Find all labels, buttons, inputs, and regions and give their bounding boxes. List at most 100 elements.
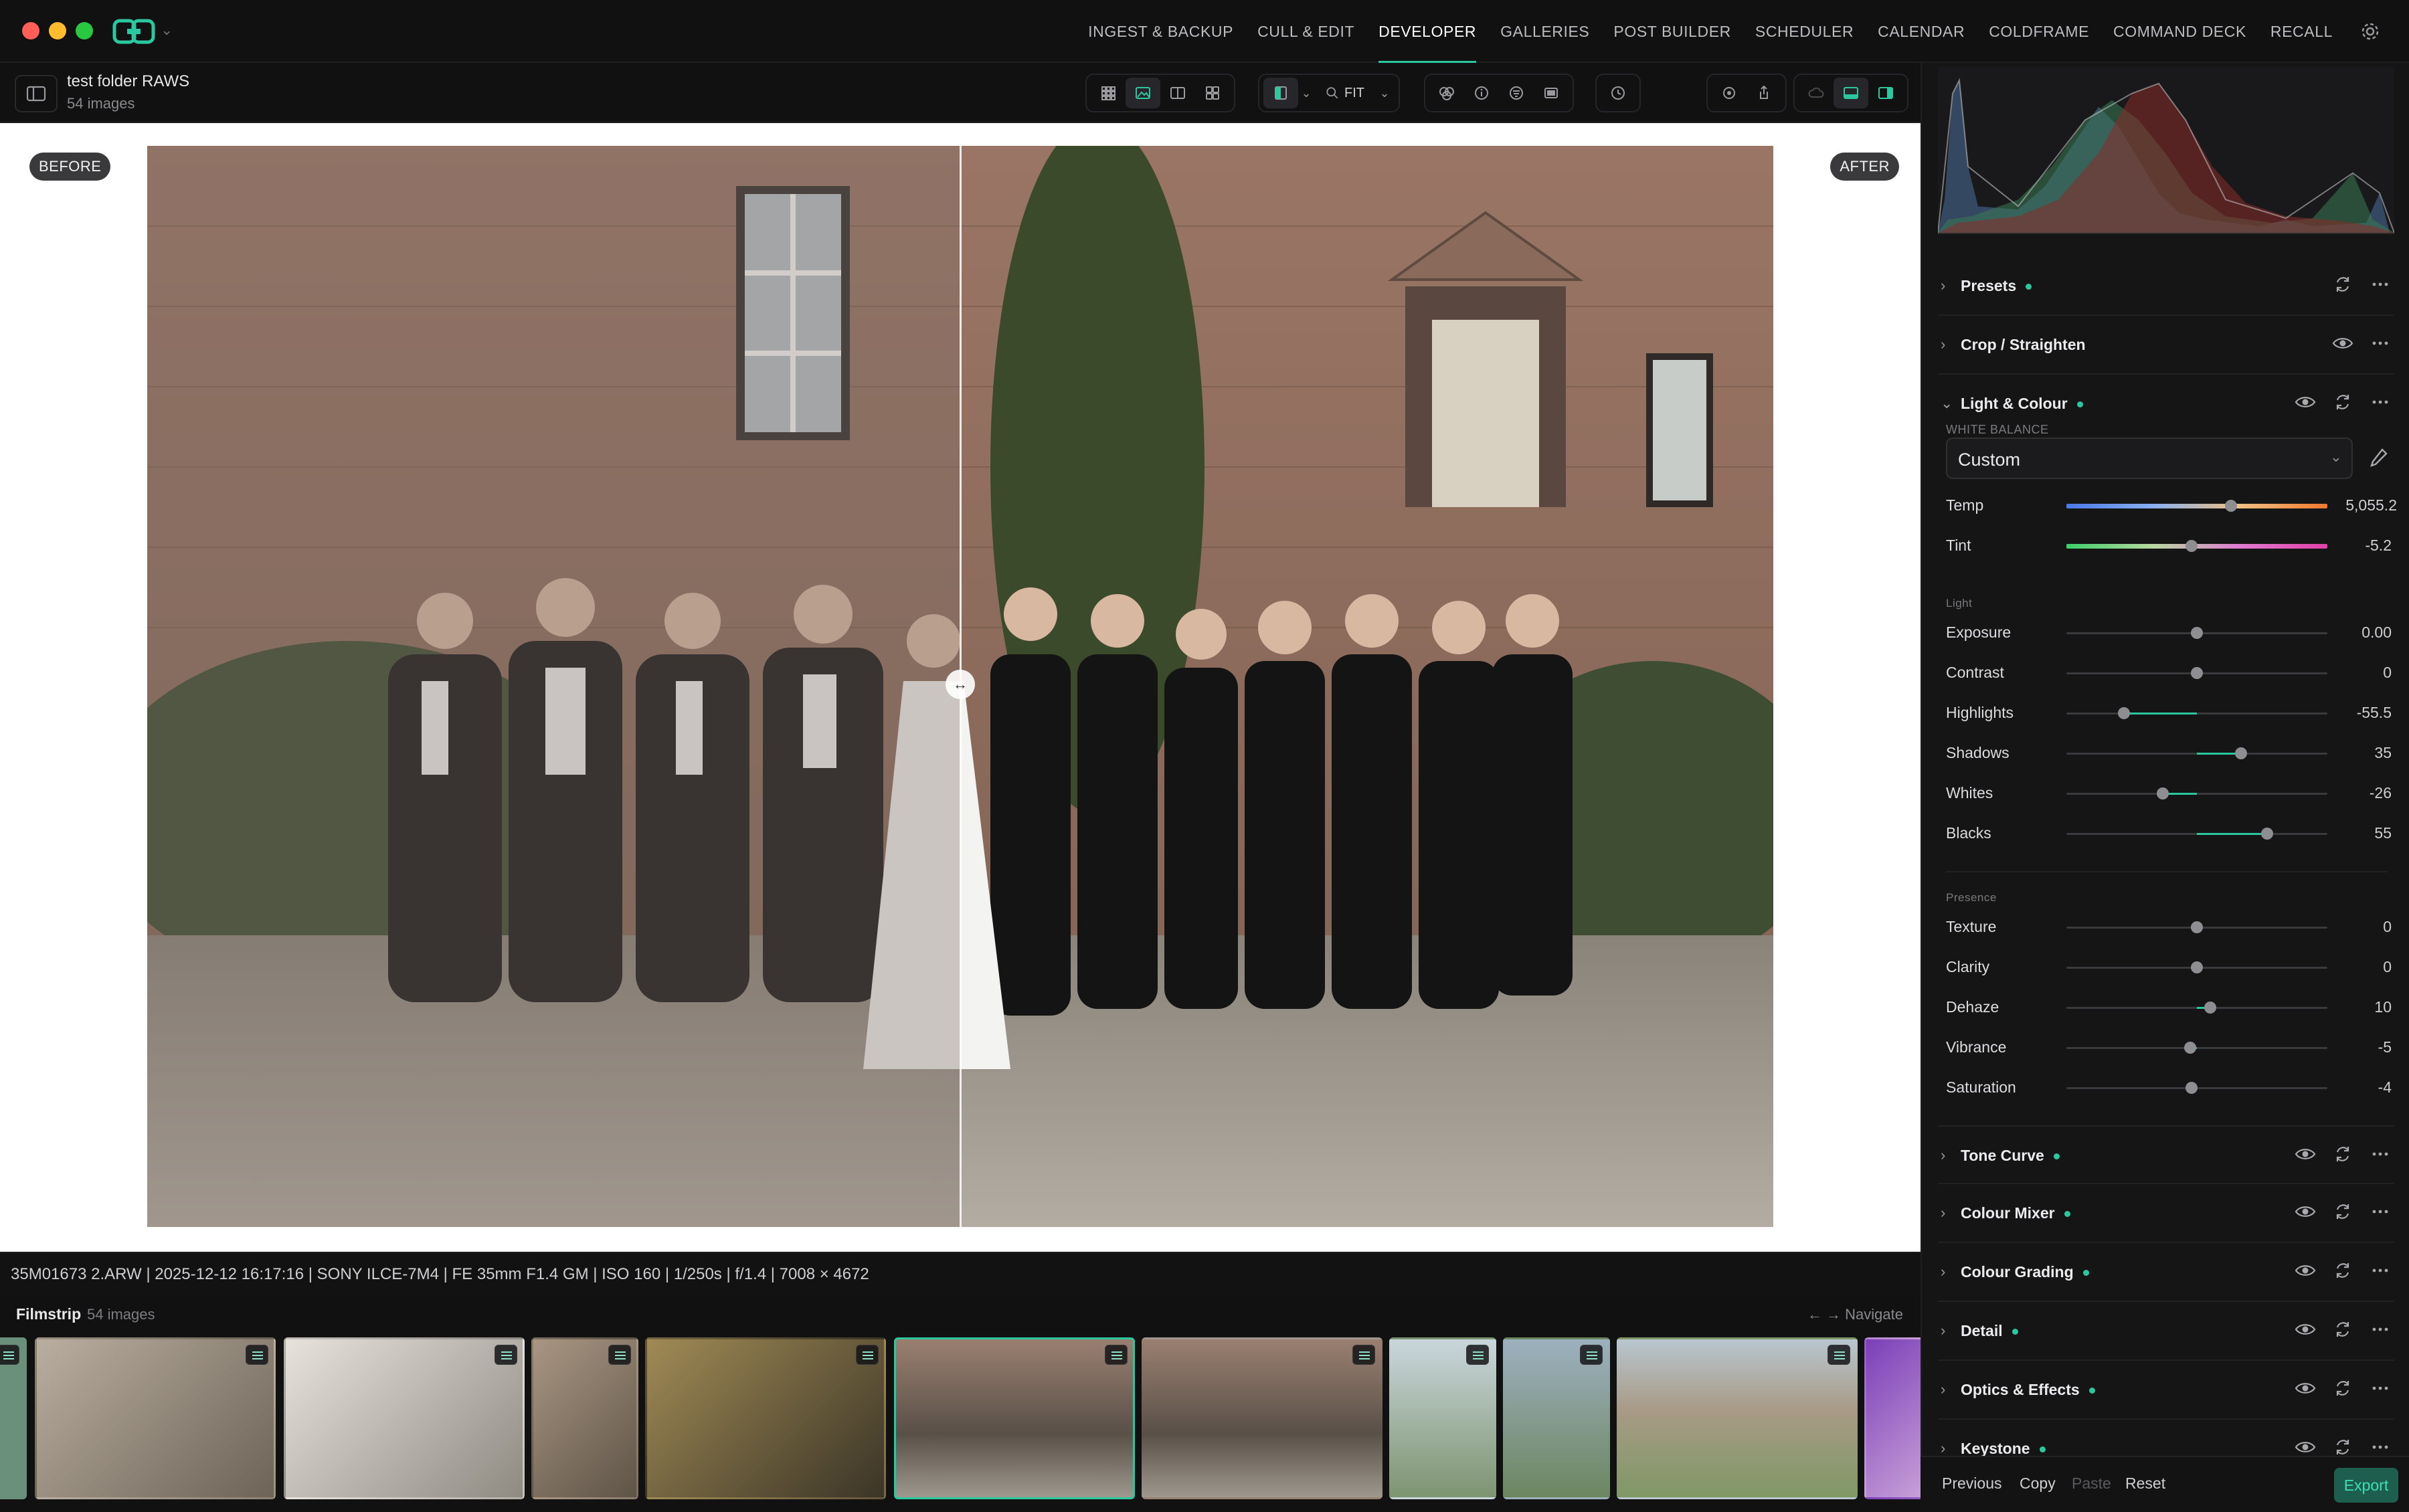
temp-knob[interactable] [2224,500,2237,512]
nav-developer[interactable]: DEVELOPER [1378,0,1477,63]
highlights-knob[interactable] [2117,707,2130,719]
export-button[interactable]: Export [2334,1468,2398,1503]
filmstrip-thumb[interactable] [1389,1337,1496,1499]
tint-slider[interactable]: Tint -5.2 [1938,533,2394,559]
grid-view-button[interactable] [1091,78,1126,108]
nav-post-builder[interactable]: POST BUILDER [1613,0,1731,63]
eye-icon[interactable] [2294,1259,2317,1282]
vibrance-knob[interactable] [2184,1042,2197,1054]
nav-ingest-backup[interactable]: INGEST & BACKUP [1088,0,1233,63]
eye-icon[interactable] [2294,391,2317,413]
dehaze-slider[interactable]: Dehaze 10 [1938,994,2394,1021]
paste-button[interactable]: Paste [2072,1475,2111,1493]
highlights-value[interactable]: -55.5 [2357,704,2392,722]
nav-galleries[interactable]: GALLERIES [1500,0,1589,63]
reset-button[interactable]: Reset [2125,1475,2165,1493]
previous-button[interactable]: Previous [1942,1475,2001,1493]
share-button[interactable] [1747,78,1781,108]
more-icon[interactable] [2369,1436,2392,1458]
dehaze-knob[interactable] [2204,1002,2216,1014]
reset-icon[interactable] [2331,1377,2354,1400]
white-balance-select[interactable]: Custom ⌄ [1946,438,2353,479]
eye-icon[interactable] [2294,1318,2317,1341]
filmstrip-thumb-selected[interactable] [894,1337,1135,1499]
texture-slider[interactable]: Texture 0 [1938,914,2394,941]
more-icon[interactable] [2369,1200,2392,1223]
reset-icon[interactable] [2331,1318,2354,1341]
compare-view-button[interactable] [1160,78,1195,108]
detail-section[interactable]: › Detail [1938,1302,2394,1361]
saturation-value[interactable]: -4 [2378,1078,2392,1097]
more-icon[interactable] [2369,391,2392,413]
reset-icon[interactable] [2331,391,2354,413]
copy-button[interactable]: Copy [2020,1475,2056,1493]
history-button[interactable] [1601,78,1635,108]
shadows-knob[interactable] [2235,747,2248,759]
filmstrip-thumb[interactable] [0,1337,27,1499]
whites-slider[interactable]: Whites -26 [1938,780,2394,807]
more-icon[interactable] [2369,1259,2392,1282]
colour-wheel-button[interactable] [1429,78,1464,108]
filter-button[interactable] [1499,78,1534,108]
exposure-value[interactable]: 0.00 [2361,624,2392,642]
highlights-slider[interactable]: Highlights -55.5 [1938,700,2394,727]
window-maximize-button[interactable] [76,22,93,39]
whites-knob[interactable] [2157,787,2169,799]
blacks-slider[interactable]: Blacks 55 [1938,820,2394,847]
saturation-knob[interactable] [2185,1082,2198,1094]
whites-value[interactable]: -26 [2370,784,2392,802]
nav-recall[interactable]: RECALL [2270,0,2333,63]
crop-section[interactable]: › Crop / Straighten [1938,316,2394,375]
before-after-button[interactable] [1263,78,1298,108]
filmstrip-thumb[interactable] [1503,1337,1610,1499]
tint-knob[interactable] [2185,540,2198,552]
filmstrip-thumb[interactable] [35,1337,276,1499]
eye-icon[interactable] [2294,1377,2317,1400]
blacks-value[interactable]: 55 [2374,824,2392,842]
zoom-fit-button[interactable]: FIT [1314,78,1374,108]
survey-view-button[interactable] [1195,78,1230,108]
contrast-value[interactable]: 0 [2383,664,2392,682]
temp-slider[interactable]: Temp 5,055.2 [1938,492,2397,519]
frame-button[interactable] [1534,78,1569,108]
more-icon[interactable] [2369,332,2392,355]
colour-mixer-section[interactable]: › Colour Mixer [1938,1184,2394,1243]
nav-coldframe[interactable]: COLDFRAME [1989,0,2089,63]
reset-icon[interactable] [2331,1436,2354,1458]
nav-cull-edit[interactable]: CULL & EDIT [1257,0,1354,63]
saturation-slider[interactable]: Saturation -4 [1938,1074,2394,1101]
gear-icon[interactable] [2359,21,2381,42]
blacks-knob[interactable] [2261,828,2274,840]
clarity-value[interactable]: 0 [2383,958,2392,976]
shadows-slider[interactable]: Shadows 35 [1938,740,2394,767]
presets-section[interactable]: › Presets [1938,257,2394,316]
vibrance-slider[interactable]: Vibrance -5 [1938,1034,2394,1061]
before-after-chevron-icon[interactable]: ⌄ [1298,78,1314,108]
exposure-slider[interactable]: Exposure 0.00 [1938,620,2394,646]
eye-icon[interactable] [2331,332,2354,355]
eye-icon[interactable] [2294,1143,2317,1165]
temp-value[interactable]: 5,055.2 [2345,496,2397,514]
reset-icon[interactable] [2331,1143,2354,1165]
sidebar-toggle-button[interactable] [15,75,58,112]
filmstrip-thumb[interactable] [1142,1337,1382,1499]
eye-icon[interactable] [2294,1200,2317,1223]
eye-icon[interactable] [2294,1436,2317,1458]
right-panel-toggle-button[interactable] [1868,78,1903,108]
more-icon[interactable] [2369,273,2392,296]
texture-knob[interactable] [2191,921,2203,933]
nav-command-deck[interactable]: COMMAND DECK [2113,0,2246,63]
reset-icon[interactable] [2331,273,2354,296]
texture-value[interactable]: 0 [2383,918,2392,936]
exposure-knob[interactable] [2191,627,2203,639]
clarity-knob[interactable] [2191,961,2203,973]
reset-icon[interactable] [2331,1200,2354,1223]
vibrance-value[interactable]: -5 [2378,1038,2392,1056]
filmstrip-thumb[interactable] [1617,1337,1858,1499]
clarity-slider[interactable]: Clarity 0 [1938,954,2394,981]
more-icon[interactable] [2369,1318,2392,1341]
tint-value[interactable]: -5.2 [2365,537,2392,555]
more-icon[interactable] [2369,1377,2392,1400]
filmstrip-thumb[interactable] [645,1337,886,1499]
compare-handle-icon[interactable]: ↔ [946,670,975,699]
